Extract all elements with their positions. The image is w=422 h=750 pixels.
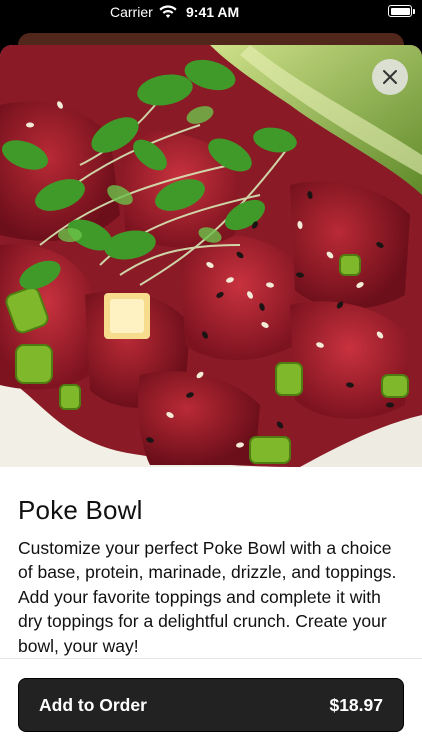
item-title: Poke Bowl xyxy=(18,495,143,525)
poke-bowl-photo xyxy=(0,45,422,467)
status-bar: Carrier 9:41 AM xyxy=(0,0,422,24)
order-price: $18.97 xyxy=(329,694,383,715)
wifi-icon xyxy=(159,5,177,18)
app-screen: Carrier 9:41 AM Poke Bowl Customize your… xyxy=(0,0,422,750)
close-icon xyxy=(383,70,397,84)
footer-divider xyxy=(0,658,422,659)
item-details: Poke Bowl Customize your perfect Poke Bo… xyxy=(0,467,422,658)
item-description: Customize your perfect Poke Bowl with a … xyxy=(18,538,397,656)
add-to-order-button[interactable]: Add to Order $18.97 xyxy=(18,678,404,732)
item-detail-sheet: Poke Bowl Customize your perfect Poke Bo… xyxy=(0,45,422,750)
status-left: Carrier xyxy=(110,4,177,20)
add-to-order-label: Add to Order xyxy=(39,694,147,715)
poke-bowl-illustration xyxy=(0,45,422,467)
carrier-label: Carrier xyxy=(110,4,153,20)
battery-icon xyxy=(388,5,415,17)
status-time: 9:41 AM xyxy=(186,4,240,20)
close-button[interactable] xyxy=(372,59,408,95)
